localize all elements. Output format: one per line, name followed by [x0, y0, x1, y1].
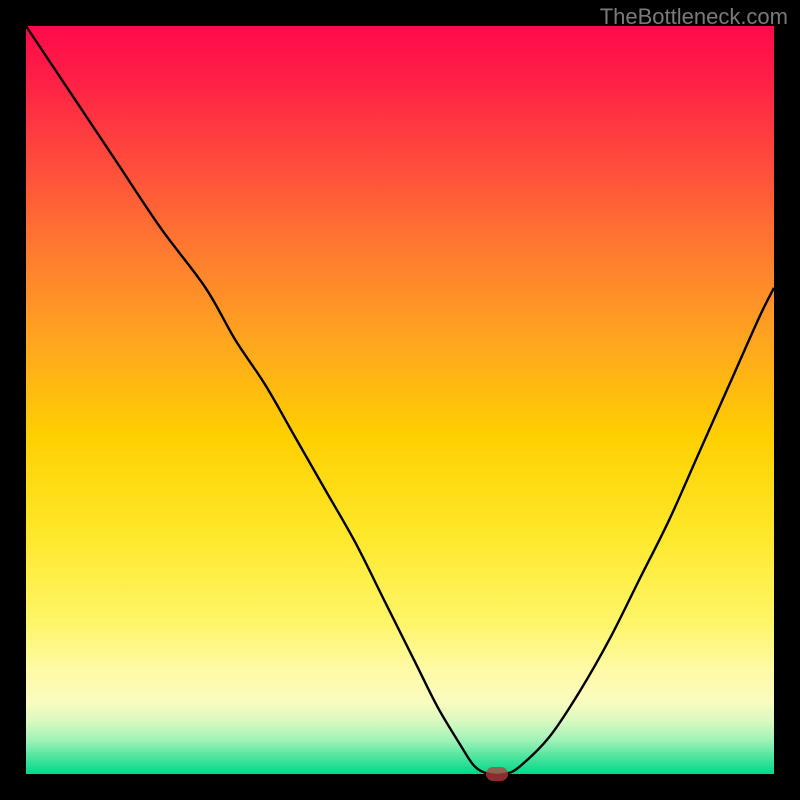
plot-area: [26, 26, 774, 774]
chart-container: TheBottleneck.com: [0, 0, 800, 800]
bottleneck-curve: [26, 26, 774, 774]
optimum-marker: [486, 767, 508, 781]
watermark-text: TheBottleneck.com: [600, 4, 788, 30]
